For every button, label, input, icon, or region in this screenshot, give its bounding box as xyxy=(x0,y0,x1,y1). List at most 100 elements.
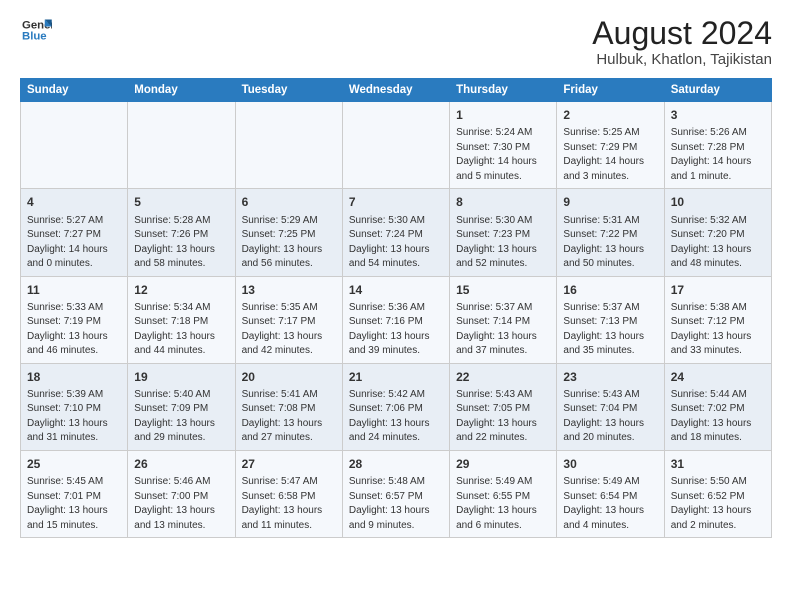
day-number: 15 xyxy=(456,282,550,298)
calendar-table: Sunday Monday Tuesday Wednesday Thursday… xyxy=(20,78,772,538)
day-number: 4 xyxy=(27,194,121,210)
day-info: Sunrise: 5:49 AMSunset: 6:54 PMDaylight:… xyxy=(563,476,644,531)
day-number: 23 xyxy=(563,369,657,385)
day-info: Sunrise: 5:33 AMSunset: 7:19 PMDaylight:… xyxy=(27,302,108,357)
day-info: Sunrise: 5:38 AMSunset: 7:12 PMDaylight:… xyxy=(671,302,752,357)
calendar-subtitle: Hulbuk, Khatlon, Tajikistan xyxy=(592,51,772,68)
day-info: Sunrise: 5:50 AMSunset: 6:52 PMDaylight:… xyxy=(671,476,752,531)
day-number: 14 xyxy=(349,282,443,298)
day-number: 19 xyxy=(134,369,228,385)
calendar-cell: 22 Sunrise: 5:43 AMSunset: 7:05 PMDayligh… xyxy=(450,363,557,450)
day-info: Sunrise: 5:35 AMSunset: 7:17 PMDaylight:… xyxy=(242,302,323,357)
calendar-cell: 10Sunrise: 5:32 AMSunset: 7:20 PMDayligh… xyxy=(664,189,771,276)
calendar-cell: 20 Sunrise: 5:41 AMSunset: 7:08 PMDayligh… xyxy=(235,363,342,450)
day-info: Sunrise: 5:28 AMSunset: 7:26 PMDaylight:… xyxy=(134,215,215,270)
day-info: Sunrise: 5:37 AMSunset: 7:14 PMDaylight:… xyxy=(456,302,537,357)
day-number: 21 xyxy=(349,369,443,385)
page: General Blue August 2024 Hulbuk, Khatlon… xyxy=(0,0,792,550)
calendar-cell: 28 Sunrise: 5:48 AMSunset: 6:57 PMDayligh… xyxy=(342,450,449,537)
calendar-header: Sunday Monday Tuesday Wednesday Thursday… xyxy=(21,79,772,102)
calendar-body: 1 Sunrise: 5:24 AMSunset: 7:30 PMDaylight… xyxy=(21,102,772,538)
day-number: 2 xyxy=(563,107,657,123)
calendar-cell: 24 Sunrise: 5:44 AMSunset: 7:02 PMDayligh… xyxy=(664,363,771,450)
calendar-cell: 2 Sunrise: 5:25 AMSunset: 7:29 PMDaylight… xyxy=(557,102,664,189)
day-number: 20 xyxy=(242,369,336,385)
calendar-cell xyxy=(235,102,342,189)
calendar-title: August 2024 xyxy=(592,16,772,51)
calendar-cell: 18 Sunrise: 5:39 AMSunset: 7:10 PMDayligh… xyxy=(21,363,128,450)
day-number: 6 xyxy=(242,194,336,210)
calendar-cell: 6 Sunrise: 5:29 AMSunset: 7:25 PMDaylight… xyxy=(235,189,342,276)
day-number: 5 xyxy=(134,194,228,210)
day-number: 9 xyxy=(563,194,657,210)
day-info: Sunrise: 5:30 AMSunset: 7:24 PMDaylight:… xyxy=(349,215,430,270)
day-info: Sunrise: 5:27 AMSunset: 7:27 PMDaylight:… xyxy=(27,215,108,270)
day-number: 27 xyxy=(242,456,336,472)
day-info: Sunrise: 5:30 AMSunset: 7:23 PMDaylight:… xyxy=(456,215,537,270)
week-row-5: 25 Sunrise: 5:45 AMSunset: 7:01 PMDayligh… xyxy=(21,450,772,537)
day-info: Sunrise: 5:29 AMSunset: 7:25 PMDaylight:… xyxy=(242,215,323,270)
calendar-cell: 17 Sunrise: 5:38 AMSunset: 7:12 PMDayligh… xyxy=(664,276,771,363)
day-number: 12 xyxy=(134,282,228,298)
day-info: Sunrise: 5:45 AMSunset: 7:01 PMDaylight:… xyxy=(27,476,108,531)
day-number: 1 xyxy=(456,107,550,123)
calendar-cell: 5 Sunrise: 5:28 AMSunset: 7:26 PMDaylight… xyxy=(128,189,235,276)
calendar-cell: 1 Sunrise: 5:24 AMSunset: 7:30 PMDaylight… xyxy=(450,102,557,189)
day-info: Sunrise: 5:25 AMSunset: 7:29 PMDaylight:… xyxy=(563,127,644,182)
day-number: 31 xyxy=(671,456,765,472)
day-number: 22 xyxy=(456,369,550,385)
col-saturday: Saturday xyxy=(664,79,771,102)
col-sunday: Sunday xyxy=(21,79,128,102)
day-number: 29 xyxy=(456,456,550,472)
calendar-cell: 13 Sunrise: 5:35 AMSunset: 7:17 PMDayligh… xyxy=(235,276,342,363)
title-block: August 2024 Hulbuk, Khatlon, Tajikistan xyxy=(592,16,772,68)
day-info: Sunrise: 5:46 AMSunset: 7:00 PMDaylight:… xyxy=(134,476,215,531)
week-row-3: 11 Sunrise: 5:33 AMSunset: 7:19 PMDayligh… xyxy=(21,276,772,363)
day-info: Sunrise: 5:49 AMSunset: 6:55 PMDaylight:… xyxy=(456,476,537,531)
calendar-cell: 4 Sunrise: 5:27 AMSunset: 7:27 PMDaylight… xyxy=(21,189,128,276)
day-number: 11 xyxy=(27,282,121,298)
calendar-cell: 11 Sunrise: 5:33 AMSunset: 7:19 PMDayligh… xyxy=(21,276,128,363)
day-number: 13 xyxy=(242,282,336,298)
logo-icon: General Blue xyxy=(20,16,52,44)
day-info: Sunrise: 5:31 AMSunset: 7:22 PMDaylight:… xyxy=(563,215,644,270)
day-info: Sunrise: 5:41 AMSunset: 7:08 PMDaylight:… xyxy=(242,389,323,444)
calendar-cell: 12 Sunrise: 5:34 AMSunset: 7:18 PMDayligh… xyxy=(128,276,235,363)
col-wednesday: Wednesday xyxy=(342,79,449,102)
header: General Blue August 2024 Hulbuk, Khatlon… xyxy=(20,16,772,68)
day-info: Sunrise: 5:26 AMSunset: 7:28 PMDaylight:… xyxy=(671,127,752,182)
day-info: Sunrise: 5:40 AMSunset: 7:09 PMDaylight:… xyxy=(134,389,215,444)
day-info: Sunrise: 5:34 AMSunset: 7:18 PMDaylight:… xyxy=(134,302,215,357)
calendar-cell: 9 Sunrise: 5:31 AMSunset: 7:22 PMDaylight… xyxy=(557,189,664,276)
day-number: 25 xyxy=(27,456,121,472)
calendar-cell xyxy=(342,102,449,189)
calendar-cell: 31 Sunrise: 5:50 AMSunset: 6:52 PMDayligh… xyxy=(664,450,771,537)
day-info: Sunrise: 5:32 AMSunset: 7:20 PMDaylight:… xyxy=(671,215,752,270)
calendar-cell: 7Sunrise: 5:30 AMSunset: 7:24 PMDaylight… xyxy=(342,189,449,276)
day-info: Sunrise: 5:43 AMSunset: 7:05 PMDaylight:… xyxy=(456,389,537,444)
day-info: Sunrise: 5:37 AMSunset: 7:13 PMDaylight:… xyxy=(563,302,644,357)
day-number: 30 xyxy=(563,456,657,472)
col-friday: Friday xyxy=(557,79,664,102)
day-info: Sunrise: 5:24 AMSunset: 7:30 PMDaylight:… xyxy=(456,127,537,182)
day-number: 18 xyxy=(27,369,121,385)
calendar-cell: 26 Sunrise: 5:46 AMSunset: 7:00 PMDayligh… xyxy=(128,450,235,537)
day-number: 8 xyxy=(456,194,550,210)
col-thursday: Thursday xyxy=(450,79,557,102)
calendar-cell: 14Sunrise: 5:36 AMSunset: 7:16 PMDayligh… xyxy=(342,276,449,363)
calendar-cell: 29 Sunrise: 5:49 AMSunset: 6:55 PMDayligh… xyxy=(450,450,557,537)
day-number: 17 xyxy=(671,282,765,298)
day-number: 24 xyxy=(671,369,765,385)
day-number: 26 xyxy=(134,456,228,472)
logo: General Blue xyxy=(20,16,52,44)
header-row: Sunday Monday Tuesday Wednesday Thursday… xyxy=(21,79,772,102)
day-info: Sunrise: 5:48 AMSunset: 6:57 PMDaylight:… xyxy=(349,476,430,531)
col-tuesday: Tuesday xyxy=(235,79,342,102)
day-info: Sunrise: 5:44 AMSunset: 7:02 PMDaylight:… xyxy=(671,389,752,444)
week-row-2: 4 Sunrise: 5:27 AMSunset: 7:27 PMDaylight… xyxy=(21,189,772,276)
day-info: Sunrise: 5:39 AMSunset: 7:10 PMDaylight:… xyxy=(27,389,108,444)
day-number: 28 xyxy=(349,456,443,472)
day-info: Sunrise: 5:42 AMSunset: 7:06 PMDaylight:… xyxy=(349,389,430,444)
calendar-cell: 15 Sunrise: 5:37 AMSunset: 7:14 PMDayligh… xyxy=(450,276,557,363)
day-info: Sunrise: 5:43 AMSunset: 7:04 PMDaylight:… xyxy=(563,389,644,444)
